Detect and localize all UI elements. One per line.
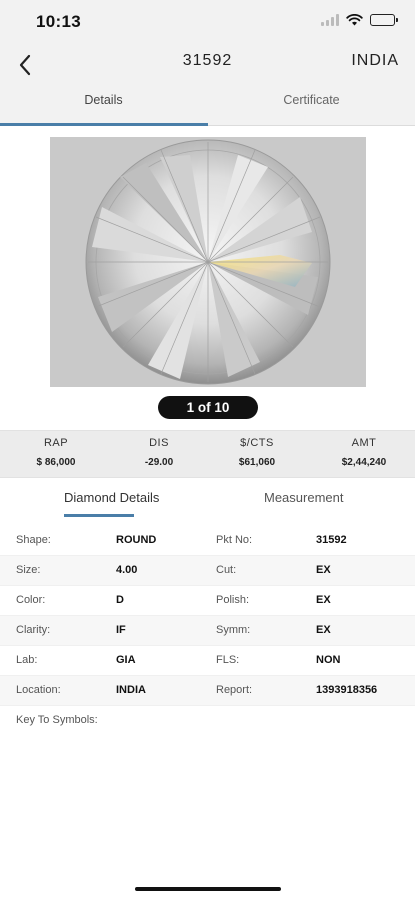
detail-row: Shape: ROUND Pkt No: 31592 <box>0 526 415 556</box>
detail-row: Size: 4.00 Cut: EX <box>0 556 415 586</box>
location-button[interactable]: INDIA <box>351 52 399 70</box>
detail-label: Shape: <box>16 534 51 546</box>
detail-value: GIA <box>116 654 136 666</box>
details-table: Shape: ROUND Pkt No: 31592 Size: 4.00 Cu… <box>0 526 415 736</box>
nav-bar: 31592 INDIA <box>0 44 415 84</box>
detail-label: FLS: <box>216 654 240 666</box>
price-value: $2,44,240 <box>341 457 387 468</box>
price-dis: DIS -29.00 <box>107 437 211 468</box>
detail-label: Clarity: <box>16 624 51 636</box>
detail-row: Clarity: IF Symm: EX <box>0 616 415 646</box>
price-label: DIS <box>149 437 169 449</box>
price-per-carat: $/CTS $61,060 <box>205 437 309 468</box>
tab-certificate[interactable]: Certificate <box>208 93 415 107</box>
wifi-icon <box>346 14 363 26</box>
detail-label: Cut: <box>216 564 237 576</box>
detail-value: 1393918356 <box>316 684 378 696</box>
tab-indicator <box>0 123 208 126</box>
price-label: RAP <box>43 437 69 449</box>
detail-row: Location: INDIA Report: 1393918356 <box>0 676 415 706</box>
detail-value: 31592 <box>316 534 347 546</box>
battery-icon <box>370 14 398 26</box>
tab-diamond-details[interactable]: Diamond Details <box>64 490 159 505</box>
status-time: 10:13 <box>36 12 81 31</box>
detail-value: EX <box>316 624 331 636</box>
tab-measurement[interactable]: Measurement <box>264 490 343 505</box>
detail-value: EX <box>316 594 331 606</box>
detail-label: Pkt No: <box>216 534 253 546</box>
diamond-image[interactable] <box>50 137 366 387</box>
diamond-illustration <box>50 137 366 387</box>
tab-details[interactable]: Details <box>0 93 207 107</box>
detail-tab-bar: Diamond Details Measurement <box>0 478 415 520</box>
detail-label: Size: <box>16 564 41 576</box>
signal-icon <box>321 14 339 26</box>
price-rap: RAP $ 86,000 <box>4 437 108 468</box>
top-tab-bar: Details Certificate <box>0 84 415 126</box>
detail-label: Lab: <box>16 654 38 666</box>
detail-value: EX <box>316 564 331 576</box>
price-value: $61,060 <box>238 457 276 468</box>
detail-label: Report: <box>216 684 253 696</box>
detail-label: Color: <box>16 594 46 606</box>
price-summary: RAP $ 86,000 DIS -29.00 $/CTS $61,060 AM… <box>0 430 415 478</box>
price-value: $ 86,000 <box>36 457 76 468</box>
detail-value: NON <box>316 654 341 666</box>
price-label: $/CTS <box>240 437 274 449</box>
detail-value: IF <box>116 624 126 636</box>
detail-value: ROUND <box>116 534 157 546</box>
detail-label: Symm: <box>216 624 251 636</box>
price-label: AMT <box>351 437 377 449</box>
detail-row: Color: D Polish: EX <box>0 586 415 616</box>
detail-row: Lab: GIA FLS: NON <box>0 646 415 676</box>
home-indicator[interactable] <box>135 887 281 891</box>
detail-label: Polish: <box>216 594 250 606</box>
price-value: -29.00 <box>144 457 174 468</box>
status-icons <box>321 14 398 26</box>
key-to-symbols-row: Key To Symbols: <box>0 706 415 736</box>
detail-tab-indicator <box>64 514 134 517</box>
key-to-symbols-label: Key To Symbols: <box>16 714 98 726</box>
detail-label: Location: <box>16 684 61 696</box>
detail-value: 4.00 <box>116 564 138 576</box>
status-bar: 10:13 <box>0 0 415 44</box>
image-pager[interactable]: 1 of 10 <box>158 396 258 419</box>
detail-value: D <box>116 594 124 606</box>
price-amount: AMT $2,44,240 <box>312 437 415 468</box>
detail-value: INDIA <box>116 684 146 696</box>
